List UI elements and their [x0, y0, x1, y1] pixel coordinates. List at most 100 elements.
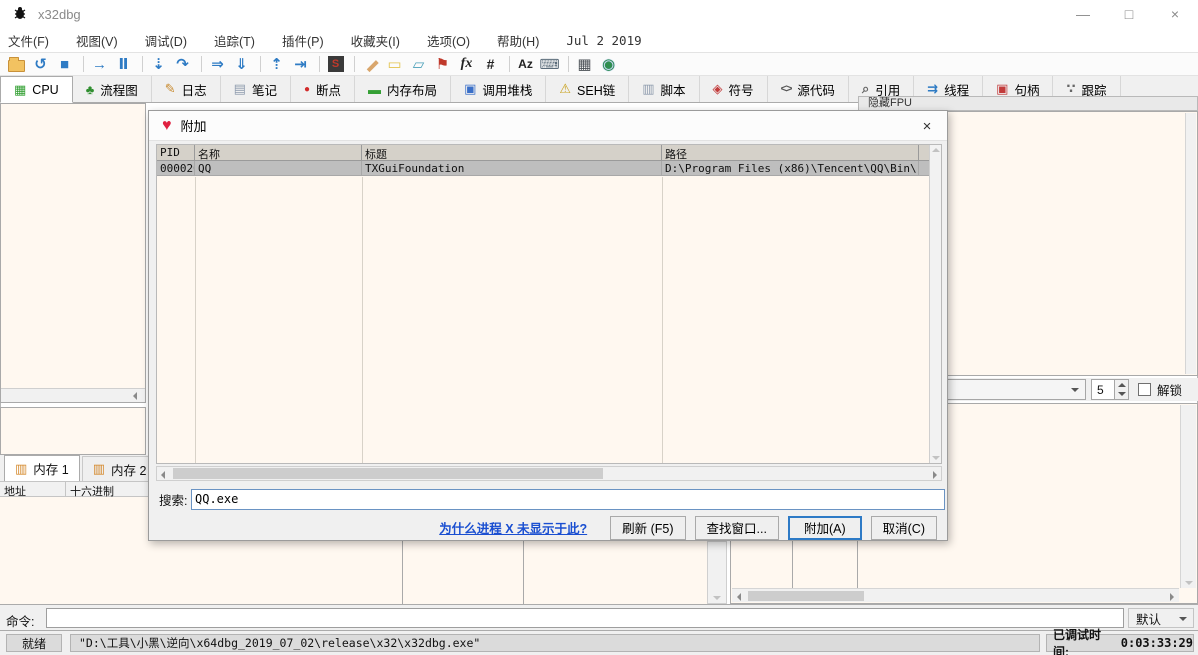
dialog-close-icon[interactable]: × — [915, 115, 939, 137]
restart-icon[interactable]: ↺ — [30, 54, 51, 74]
scroll-left-icon[interactable] — [737, 593, 741, 601]
stack-hscrollbar[interactable] — [732, 588, 1179, 602]
tab-notes[interactable]: ▤笔记 — [221, 76, 291, 102]
run-to-user-code-icon[interactable]: ⇥ — [290, 54, 311, 74]
tab-memory-map[interactable]: ▬内存布局 — [355, 76, 451, 102]
scroll-down-icon[interactable] — [1185, 581, 1193, 585]
tab-seh[interactable]: ⚠SEH链 — [546, 76, 629, 102]
column-divider — [662, 177, 663, 463]
scroll-down-icon[interactable] — [932, 456, 940, 460]
function-icon[interactable]: fx — [456, 54, 477, 74]
scroll-right-icon[interactable] — [1170, 593, 1174, 601]
execute-till-return-icon[interactable]: ⇓ — [231, 54, 252, 74]
run-icon[interactable]: → — [89, 54, 110, 74]
command-input[interactable] — [46, 608, 1124, 628]
step-out-icon[interactable]: ⇡ — [266, 54, 287, 74]
menu-help[interactable]: 帮助(H) — [497, 28, 539, 53]
refresh-button[interactable]: 刷新 (F5) — [610, 516, 685, 540]
process-row-selected[interactable]: 0000268C QQ TXGuiFoundation D:\Program F… — [157, 161, 941, 176]
chevron-down-icon — [1179, 617, 1187, 621]
tab-label: 笔记 — [252, 80, 277, 99]
menu-file[interactable]: 文件(F) — [8, 28, 49, 53]
breakpoint-icon: ● — [304, 84, 310, 95]
maximize-button[interactable]: □ — [1106, 0, 1152, 28]
scroll-right-icon[interactable] — [933, 471, 937, 479]
case-icon[interactable]: Az — [515, 54, 536, 74]
bookmarks-icon[interactable]: ⚑ — [432, 54, 453, 74]
registers-vscrollbar[interactable] — [1185, 113, 1196, 374]
disassembly-hscrollbar[interactable] — [1, 388, 145, 402]
scroll-left-icon[interactable] — [161, 471, 165, 479]
cell-path: D:\Program Files (x86)\Tencent\QQ\Bin\ — [662, 161, 919, 175]
tab-call-stack[interactable]: ▣调用堆栈 — [451, 76, 546, 102]
labels-icon[interactable]: ▱ — [408, 54, 429, 74]
column-pid[interactable]: PID — [157, 145, 195, 160]
stack-vscrollbar[interactable] — [1180, 405, 1196, 588]
scroll-down-icon[interactable] — [713, 596, 721, 600]
cpu-icon: ▦ — [14, 82, 26, 98]
stepper-arrows[interactable] — [1114, 380, 1128, 399]
command-profile-dropdown[interactable]: 默认 — [1128, 608, 1194, 628]
seh-s-icon[interactable]: S — [325, 54, 346, 74]
process-table[interactable]: PID 名称 标题 路径 0000268C QQ TXGuiFoundation… — [156, 144, 942, 464]
process-table-header: PID 名称 标题 路径 — [157, 145, 941, 161]
tab-source[interactable]: <>源代码 — [768, 76, 849, 102]
scroll-thumb[interactable] — [748, 591, 864, 601]
column-address[interactable]: 地址 — [0, 482, 66, 496]
why-not-shown-link[interactable]: 为什么进程 X 未显示于此? — [439, 518, 587, 537]
globe-icon[interactable]: ◉ — [598, 54, 619, 74]
menu-view[interactable]: 视图(V) — [76, 28, 118, 53]
window-title: x32dbg — [38, 7, 81, 22]
column-name[interactable]: 名称 — [195, 145, 362, 160]
disassembly-panel[interactable] — [0, 103, 146, 403]
tab-breakpoints[interactable]: ●断点 — [291, 76, 355, 102]
find-window-button[interactable]: 查找窗口... — [695, 516, 779, 540]
handles-icon: ▣ — [996, 81, 1008, 97]
hash-icon[interactable]: # — [480, 54, 501, 74]
calculator-icon[interactable]: ▦ — [574, 54, 595, 74]
device-icon[interactable]: ⌨ — [539, 54, 560, 74]
dump-preview-panel[interactable] — [0, 407, 146, 455]
attach-button[interactable]: 附加(A) — [788, 516, 862, 540]
scroll-left-icon[interactable] — [126, 390, 143, 401]
open-folder-icon[interactable] — [6, 54, 27, 74]
titlebar: x32dbg — □ × — [0, 0, 1198, 28]
column-path[interactable]: 路径 — [662, 145, 919, 160]
cell-name: QQ — [195, 161, 362, 175]
unlock-checkbox[interactable] — [1138, 383, 1151, 396]
trace-icon: ∵ — [1066, 81, 1075, 97]
tab-log[interactable]: ✎日志 — [152, 76, 221, 102]
comments-icon[interactable]: ▭ — [384, 54, 405, 74]
column-title[interactable]: 标题 — [362, 145, 662, 160]
menu-favourites[interactable]: 收藏夹(I) — [351, 28, 400, 53]
stack-depth-stepper[interactable]: 5 — [1091, 379, 1129, 400]
step-over-icon[interactable]: ↷ — [172, 54, 193, 74]
animate-into-icon[interactable]: ⇒ — [207, 54, 228, 74]
process-table-vscrollbar[interactable] — [929, 145, 941, 463]
menu-debug[interactable]: 调试(D) — [145, 28, 187, 53]
process-table-hscrollbar[interactable] — [156, 466, 942, 481]
attach-dialog-titlebar[interactable]: ♥ 附加 × — [149, 111, 947, 141]
close-button[interactable]: × — [1152, 0, 1198, 28]
memory-vscrollbar[interactable] — [707, 541, 727, 604]
menu-plugins[interactable]: 插件(P) — [282, 28, 324, 53]
tab-symbols[interactable]: ◈符号 — [700, 76, 768, 102]
tab-graph[interactable]: ♣流程图 — [73, 76, 152, 102]
pause-icon[interactable]: Ⅱ — [113, 54, 134, 74]
tab-memory-1[interactable]: ▥内存 1 — [4, 455, 80, 481]
tab-memory-2[interactable]: ▥内存 2 — [82, 456, 158, 481]
scroll-up-icon[interactable] — [932, 148, 940, 152]
minimize-button[interactable]: — — [1060, 0, 1106, 28]
tab-script[interactable]: ▥脚本 — [629, 76, 699, 102]
stop-icon[interactable]: ■ — [54, 54, 75, 74]
patch-icon[interactable]: ▬ — [356, 50, 385, 79]
scroll-thumb[interactable] — [173, 468, 603, 479]
menu-trace[interactable]: 追踪(T) — [214, 28, 255, 53]
hide-fpu-button[interactable]: 隐藏FPU — [858, 96, 1198, 111]
menubar: 文件(F) 视图(V) 调试(D) 追踪(T) 插件(P) 收藏夹(I) 选项(… — [0, 28, 1198, 52]
cancel-button[interactable]: 取消(C) — [871, 516, 937, 540]
tab-cpu[interactable]: ▦CPU — [0, 76, 73, 103]
menu-options[interactable]: 选项(O) — [427, 28, 470, 53]
search-input[interactable] — [191, 489, 945, 510]
step-into-icon[interactable]: ⇣ — [148, 54, 169, 74]
